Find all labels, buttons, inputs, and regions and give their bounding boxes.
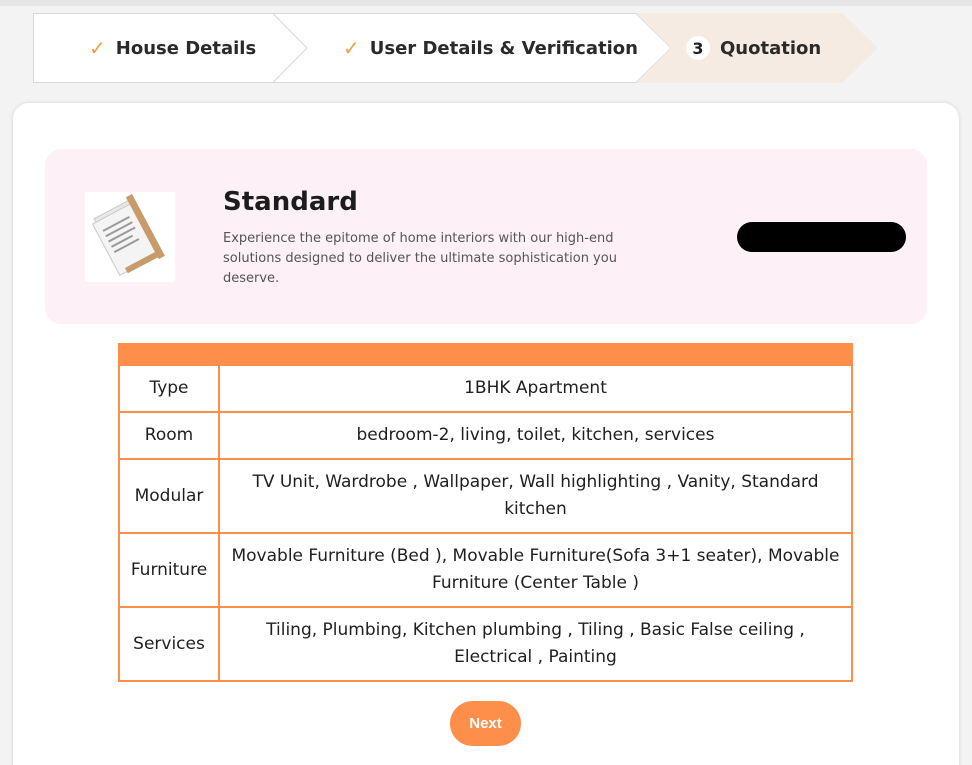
row-label: Modular [118, 458, 220, 534]
row-label: Type [118, 364, 220, 413]
row-value: 1BHK Apartment [218, 364, 853, 413]
progress-stepper: ✓ House Details ✓ User Details & Verific… [33, 13, 878, 83]
row-value: Tiling, Plumbing, Kitchen plumbing , Til… [218, 606, 853, 682]
step-house-details[interactable]: ✓ House Details [33, 13, 308, 83]
row-value: Movable Furniture (Bed ), Movable Furnit… [218, 532, 853, 608]
step-number: 3 [686, 36, 710, 60]
table-row: Furniture Movable Furniture (Bed ), Mova… [118, 532, 853, 608]
next-button[interactable]: Next [450, 701, 521, 746]
row-value: bedroom-2, living, toilet, kitchen, serv… [218, 411, 853, 460]
step-label: Quotation [720, 37, 822, 59]
checkmark-icon: ✓ [89, 36, 106, 60]
details-table: Type 1BHK Apartment Room bedroom-2, livi… [118, 343, 853, 682]
step-label: House Details [115, 37, 257, 59]
quotation-card: Standard Experience the epitome of home … [13, 103, 959, 765]
plan-description: Experience the epitome of home interiors… [223, 231, 617, 286]
top-divider [0, 0, 972, 6]
table-row: Modular TV Unit, Wardrobe , Wallpaper, W… [118, 458, 853, 534]
row-label: Furniture [118, 532, 220, 608]
step-label: User Details & Verification [369, 37, 638, 59]
document-icon [85, 192, 175, 282]
table-header-bar [118, 343, 853, 364]
checkmark-icon: ✓ [343, 36, 360, 60]
row-value: TV Unit, Wardrobe , Wallpaper, Wall high… [218, 458, 853, 534]
row-label: Room [118, 411, 220, 460]
step-user-details[interactable]: ✓ User Details & Verification [273, 13, 673, 83]
table-row: Services Tiling, Plumbing, Kitchen plumb… [118, 606, 853, 682]
table-row: Room bedroom-2, living, toilet, kitchen,… [118, 411, 853, 460]
row-label: Services [118, 606, 220, 682]
plan-summary: Standard Experience the epitome of home … [45, 149, 927, 324]
step-quotation[interactable]: 3 Quotation [636, 13, 878, 83]
table-row: Type 1BHK Apartment [118, 364, 853, 413]
price-redacted [737, 222, 906, 252]
plan-title: Standard [223, 187, 358, 217]
